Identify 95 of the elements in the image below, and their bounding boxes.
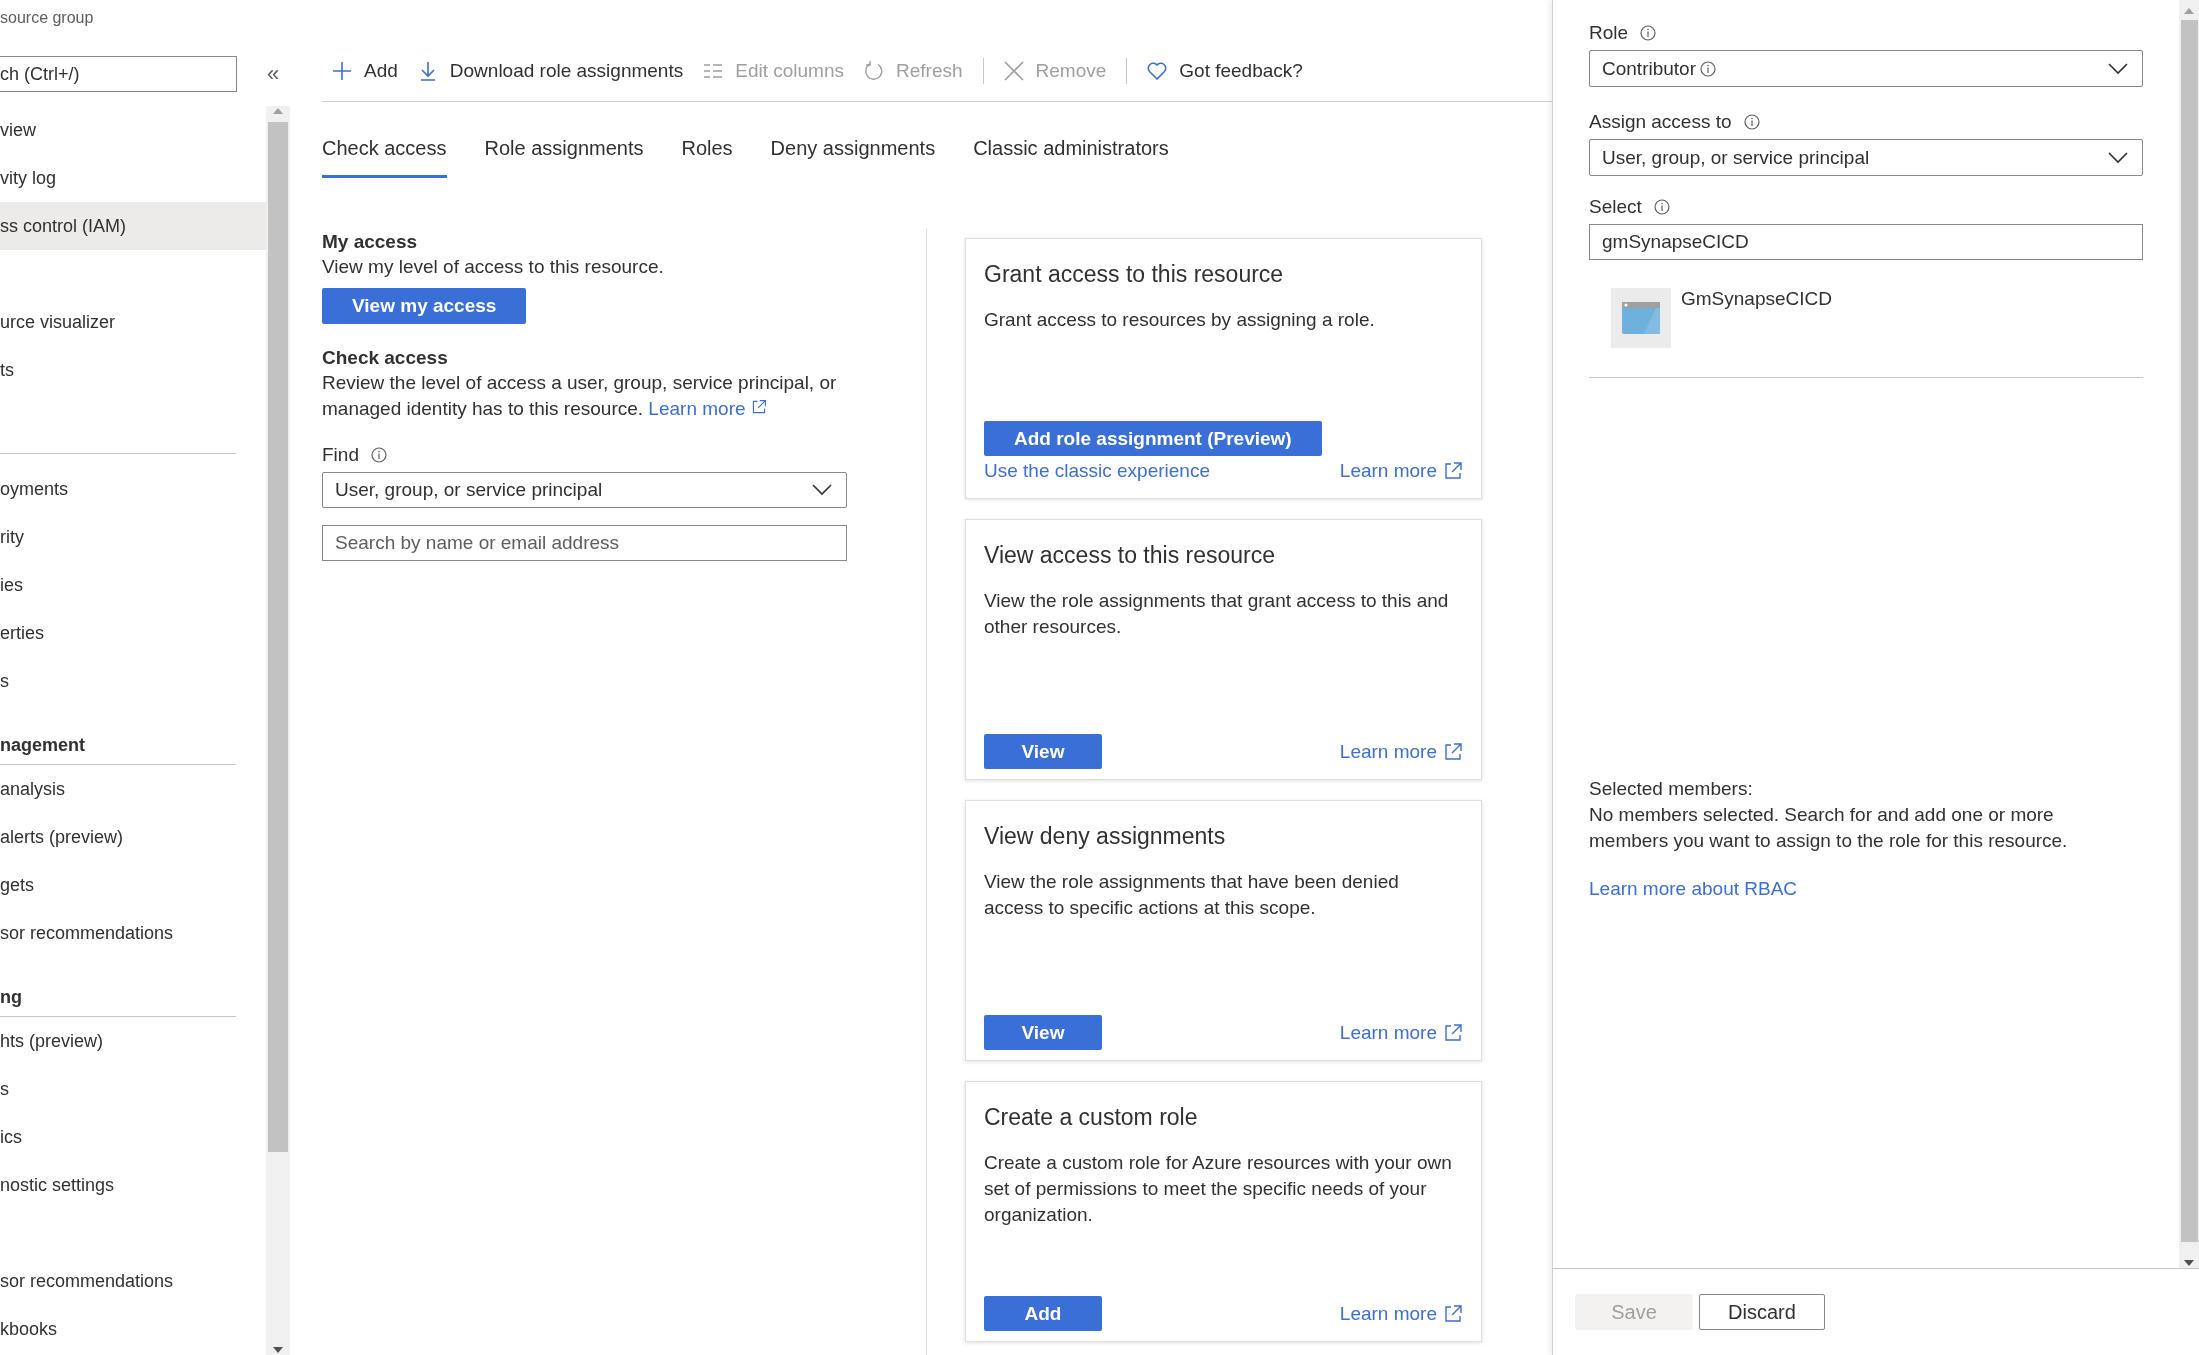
card-button[interactable]: Add bbox=[984, 1296, 1102, 1331]
find-dropdown[interactable]: User, group, or service principal bbox=[322, 472, 847, 508]
sidebar-item[interactable]: hts (preview) bbox=[0, 1017, 266, 1065]
chevron-down-icon bbox=[2108, 151, 2128, 164]
section-header: ng bbox=[0, 987, 22, 1009]
selected-members-text: No members selected. Search for and add one or more members you want to assign to the role for this resource. bbox=[1589, 803, 2069, 853]
info-icon bbox=[1743, 114, 1760, 130]
footer-button[interactable]: Discard bbox=[1699, 1294, 1825, 1330]
section-title: Check access bbox=[322, 346, 449, 370]
sidebar-item[interactable]: analysis bbox=[0, 765, 266, 813]
result-row[interactable]: GmSynapseCICD bbox=[1589, 268, 2143, 378]
card-button[interactable]: View bbox=[984, 734, 1102, 769]
sidebar-item[interactable]: ies bbox=[0, 561, 266, 609]
view-my-access-button[interactable]: View my access bbox=[322, 288, 527, 324]
sidebar-item[interactable]: alerts (preview) bbox=[0, 813, 266, 861]
sidebar-item[interactable]: oyments bbox=[0, 465, 266, 513]
resource-subtitle: source group bbox=[0, 8, 94, 28]
classic-experience-link[interactable]: Use the classic experience bbox=[984, 460, 1210, 482]
scroll-up-icon bbox=[272, 106, 284, 116]
scroll-up-icon bbox=[2183, 6, 2195, 16]
external-link-icon bbox=[1443, 1023, 1463, 1043]
sidebar-item[interactable]: gets bbox=[0, 861, 266, 909]
rbac-link[interactable]: Learn more about RBAC bbox=[1589, 878, 1798, 900]
plus-icon bbox=[332, 60, 352, 81]
sidebar-item[interactable]: sor recommendations bbox=[0, 1257, 266, 1305]
scroll-down-icon bbox=[272, 1345, 284, 1355]
sidebar-item[interactable]: kbooks bbox=[0, 1305, 266, 1353]
section-description: Review the level of access a user, group, service principal, or managed identity has to this resource. Learn more bbox=[322, 371, 838, 421]
sidebar-item[interactable]: s bbox=[0, 657, 266, 705]
field-label: Role bbox=[1589, 22, 1629, 44]
sidebar-item[interactable]: sor recommendations bbox=[0, 909, 266, 957]
card-description: Create a custom role for Azure resources with your own set of permissions to meet the specific needs of your organization. bbox=[984, 1151, 1453, 1227]
learn-more-link[interactable]: Learn more bbox=[1339, 460, 1463, 482]
info-icon bbox=[1653, 199, 1670, 215]
card-title: Grant access to this resource bbox=[984, 260, 1285, 289]
close-icon bbox=[1003, 60, 1024, 81]
sidebar-item[interactable]: erties bbox=[0, 609, 266, 657]
app-window-icon bbox=[1622, 302, 1660, 334]
field-label: Select bbox=[1589, 196, 1642, 218]
sidebar-item[interactable]: s bbox=[0, 1065, 266, 1113]
learn-more-link[interactable]: Learn more bbox=[648, 398, 767, 419]
toolbar-button[interactable]: Got feedback? bbox=[1147, 50, 1323, 91]
card-description: View the role assignments that grant access to this and other resources. bbox=[984, 589, 1450, 639]
section-description: View my level of access to this resource. bbox=[322, 255, 665, 279]
external-link-icon bbox=[750, 399, 767, 415]
toolbar-button[interactable]: Download role assignments bbox=[417, 50, 704, 91]
scrollbar-thumb[interactable] bbox=[268, 122, 288, 1152]
sidebar-item[interactable]: vity log bbox=[0, 154, 266, 202]
sidebar-item[interactable]: nostic settings bbox=[0, 1161, 266, 1209]
sidebar-item[interactable]: ss control (IAM) bbox=[0, 202, 266, 250]
scrollbar-thumb[interactable] bbox=[2180, 20, 2198, 1242]
sidebar-item[interactable]: ics bbox=[0, 1113, 266, 1161]
tab[interactable]: Check access bbox=[322, 132, 447, 178]
learn-more-link[interactable]: Learn more bbox=[1339, 1303, 1463, 1325]
card-title: View deny assignments bbox=[984, 822, 1227, 851]
refresh-icon bbox=[864, 60, 884, 81]
info-icon bbox=[1700, 60, 1716, 77]
card-button[interactable]: View bbox=[984, 1015, 1102, 1050]
learn-more-link[interactable]: Learn more bbox=[1339, 1022, 1463, 1044]
tab[interactable]: Roles bbox=[681, 132, 733, 178]
section-title: My access bbox=[322, 230, 419, 254]
sidebar-item[interactable]: rity bbox=[0, 513, 266, 561]
external-link-icon bbox=[1443, 742, 1463, 762]
card-title: Create a custom role bbox=[984, 1103, 1199, 1132]
learn-more-link[interactable]: Learn more bbox=[1339, 741, 1463, 763]
search-field[interactable]: ch (Ctrl+/) bbox=[0, 56, 237, 92]
card-description: View the role assignments that have been denied access to specific actions at this scope. bbox=[984, 870, 1400, 920]
card-description: Grant access to resources by assigning a role. bbox=[984, 308, 1376, 332]
info-icon bbox=[370, 447, 387, 463]
chevron-down-icon bbox=[812, 484, 832, 496]
card-title: View access to this resource bbox=[984, 541, 1277, 570]
sidebar-item[interactable]: urce visualizer bbox=[0, 298, 266, 346]
info-icon bbox=[1640, 25, 1657, 41]
external-link-icon bbox=[1443, 1304, 1463, 1324]
selected-members-label: Selected members: bbox=[1589, 777, 1754, 801]
role-dropdown[interactable]: Contributor bbox=[1589, 50, 2143, 87]
collapse-button[interactable]: « bbox=[263, 61, 284, 87]
chevron-down-icon bbox=[2108, 62, 2128, 75]
find-label: Find bbox=[322, 444, 359, 466]
scroll-down-icon bbox=[2183, 1258, 2195, 1268]
assign-access-dropdown[interactable]: User, group, or service principal bbox=[1589, 139, 2143, 176]
tab[interactable]: Role assignments bbox=[484, 132, 644, 178]
tab[interactable]: Deny assignments bbox=[770, 132, 936, 178]
section-header: nagement bbox=[0, 735, 86, 757]
select-field[interactable]: gmSynapseCICD bbox=[1589, 224, 2143, 260]
sidebar-item[interactable]: view bbox=[0, 106, 266, 154]
sidebar-item[interactable]: ts bbox=[0, 346, 266, 394]
card-button[interactable]: Add role assignment (Preview) bbox=[984, 421, 1322, 456]
heart-icon bbox=[1147, 60, 1168, 81]
toolbar-button[interactable]: Add bbox=[322, 50, 418, 91]
tab[interactable]: Classic administrators bbox=[973, 132, 1169, 178]
external-link-icon bbox=[1443, 461, 1463, 481]
field-label: Assign access to bbox=[1589, 111, 1732, 133]
result-name: GmSynapseCICD bbox=[1681, 288, 1832, 311]
search-field[interactable]: Search by name or email address bbox=[322, 525, 847, 561]
